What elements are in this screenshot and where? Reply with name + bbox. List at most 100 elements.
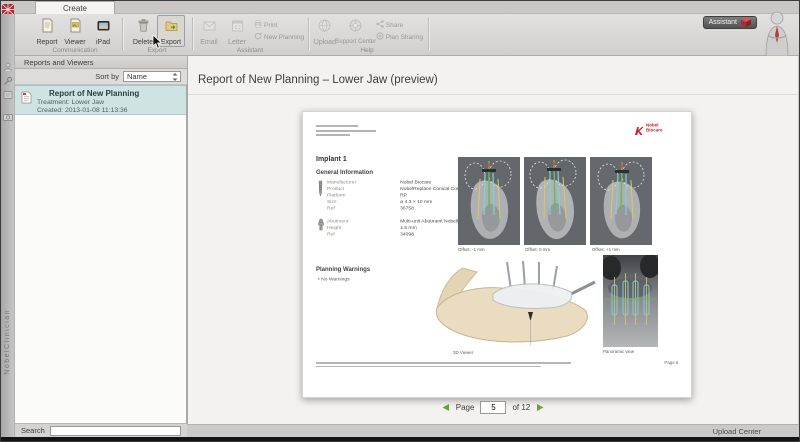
viewer-label: Viewer xyxy=(64,39,85,46)
previous-page-button[interactable] xyxy=(441,403,450,412)
report-button[interactable]: Report xyxy=(33,15,61,46)
bottom-black-bar xyxy=(1,437,799,442)
delete-button[interactable]: Delete xyxy=(129,15,157,46)
delete-label: Delete xyxy=(133,39,153,46)
info-label: Height xyxy=(327,225,396,231)
page-label: Page xyxy=(456,403,475,412)
email-button[interactable]: Email xyxy=(195,15,223,46)
letter-button[interactable]: Letter xyxy=(223,15,251,46)
sort-by-label: Sort by xyxy=(95,72,119,81)
assistant-button-label: Assistant xyxy=(709,19,737,26)
list-item-report-of-new-planning[interactable]: Report of New Planning Treatment: Lower … xyxy=(15,85,186,115)
report-preview-page: Nobel Biocare Implant 1 General Informat… xyxy=(302,111,692,398)
support-icon xyxy=(348,18,363,38)
tools-icon[interactable] xyxy=(3,73,13,83)
viewer-icon xyxy=(68,18,83,38)
title-divider xyxy=(188,94,798,95)
cross-section-image-3 xyxy=(590,157,652,250)
planning-icon[interactable] xyxy=(3,87,13,97)
print-label: Print xyxy=(264,22,277,29)
info-label: Ref xyxy=(327,231,396,237)
search-label: Search xyxy=(21,426,45,435)
new-planning-menu-item[interactable]: New Planning xyxy=(254,32,304,42)
email-label: Email xyxy=(200,39,218,46)
document-page-number: Page 5 xyxy=(664,360,678,365)
info-label: Ref xyxy=(327,205,396,211)
email-icon xyxy=(202,18,217,38)
sort-spinner[interactable] xyxy=(171,72,180,81)
ipad-label: iPad xyxy=(96,39,110,46)
tab-strip: Create xyxy=(1,1,799,14)
list-item-treatment: Treatment: Lower Jaw xyxy=(37,99,182,106)
letter-icon xyxy=(230,18,245,38)
report-icon xyxy=(40,18,55,38)
document-header-text xyxy=(316,125,376,139)
list-item-title: Report of New Planning xyxy=(49,89,182,98)
print-icon xyxy=(254,20,262,30)
planning-warnings-heading: Planning Warnings xyxy=(316,267,370,273)
cross-section-image-1 xyxy=(458,157,520,250)
plan-sharing-icon xyxy=(376,32,384,42)
nobel-logo-mark-icon xyxy=(634,123,644,141)
cross-section-caption-3: Offset: +1 mm xyxy=(592,247,620,252)
group-label-communication: Communication xyxy=(31,47,119,54)
page-of-label: of 12 xyxy=(512,403,530,412)
ribbon-divider xyxy=(192,17,193,50)
upload-label: Upload xyxy=(314,39,336,46)
group-label-assistant: Assistant xyxy=(195,47,305,54)
cross-section-caption-1: Offset: -1 mm xyxy=(458,247,485,252)
sort-row: Sort by Name xyxy=(15,69,187,85)
print-menu-item[interactable]: Print xyxy=(254,20,304,30)
assistant-mascot[interactable] xyxy=(759,10,795,56)
share-icon xyxy=(376,20,384,30)
logo-text-line2: Biocare xyxy=(646,128,663,131)
panel-header-reports-and-viewers: Reports and Viewers xyxy=(15,56,187,69)
cross-section-row xyxy=(458,157,652,250)
status-bar: Upload Center xyxy=(187,424,800,437)
export-button[interactable]: Export xyxy=(157,15,185,47)
vertical-brand-label: NobelClinician xyxy=(4,309,11,375)
sort-dropdown-value: Name xyxy=(127,72,147,81)
plan-sharing-menu-item[interactable]: Plan Sharing xyxy=(376,32,423,42)
support-button[interactable]: Support Center xyxy=(339,15,373,45)
next-page-button[interactable] xyxy=(536,403,545,412)
page-navigation: Page of 12 xyxy=(188,401,798,414)
panoramic-caption: Panoramic view xyxy=(603,349,634,354)
camera-icon[interactable] xyxy=(3,109,13,119)
info-label: Abutment xyxy=(327,218,396,224)
share-label: Share xyxy=(386,22,403,29)
ribbon-group-help: Upload Support Center Share xyxy=(311,15,423,55)
ribbon-group-export: Delete Export Export xyxy=(125,15,189,55)
tab-create[interactable]: Create xyxy=(35,1,115,14)
ribbon-divider xyxy=(122,17,123,50)
sort-dropdown[interactable]: Name xyxy=(123,71,181,82)
main-area: Report of New Planning – Lower Jaw (prev… xyxy=(187,56,798,424)
info-label: Platform xyxy=(327,192,396,198)
ipad-button[interactable]: iPad xyxy=(89,15,117,46)
page-number-input[interactable] xyxy=(480,401,506,414)
letter-label: Letter xyxy=(228,39,246,46)
ribbon-divider xyxy=(308,17,309,50)
viewer-button[interactable]: Viewer xyxy=(61,15,89,46)
implant-heading: Implant 1 xyxy=(316,156,347,163)
upload-globe-icon xyxy=(317,18,332,38)
assistant-cube-icon xyxy=(741,17,751,29)
share-menu-item[interactable]: Share xyxy=(376,20,423,30)
jaw-3d-image xyxy=(433,260,598,351)
report-label: Report xyxy=(36,39,57,46)
cross-section-caption-2: Offset: 0 mm xyxy=(525,247,550,252)
search-input[interactable] xyxy=(50,426,181,436)
app-logo-icon[interactable] xyxy=(2,2,14,13)
planning-warnings-item: • No Warnings xyxy=(318,276,350,282)
ribbon-divider xyxy=(428,17,429,50)
general-information-heading: General Information xyxy=(316,170,373,176)
ribbon-group-communication: Report Viewer iPad Communication xyxy=(31,15,119,55)
report-document-icon xyxy=(21,91,32,109)
assistant-button[interactable]: Assistant xyxy=(703,16,757,29)
page-title: Report of New Planning – Lower Jaw (prev… xyxy=(198,74,438,86)
document-disclaimer-text xyxy=(316,362,571,369)
list-item-created: Created: 2013-01-08 11:13:36 xyxy=(37,107,182,114)
patient-icon[interactable] xyxy=(3,59,13,69)
group-label-export: Export xyxy=(125,47,189,54)
export-icon xyxy=(164,18,179,38)
